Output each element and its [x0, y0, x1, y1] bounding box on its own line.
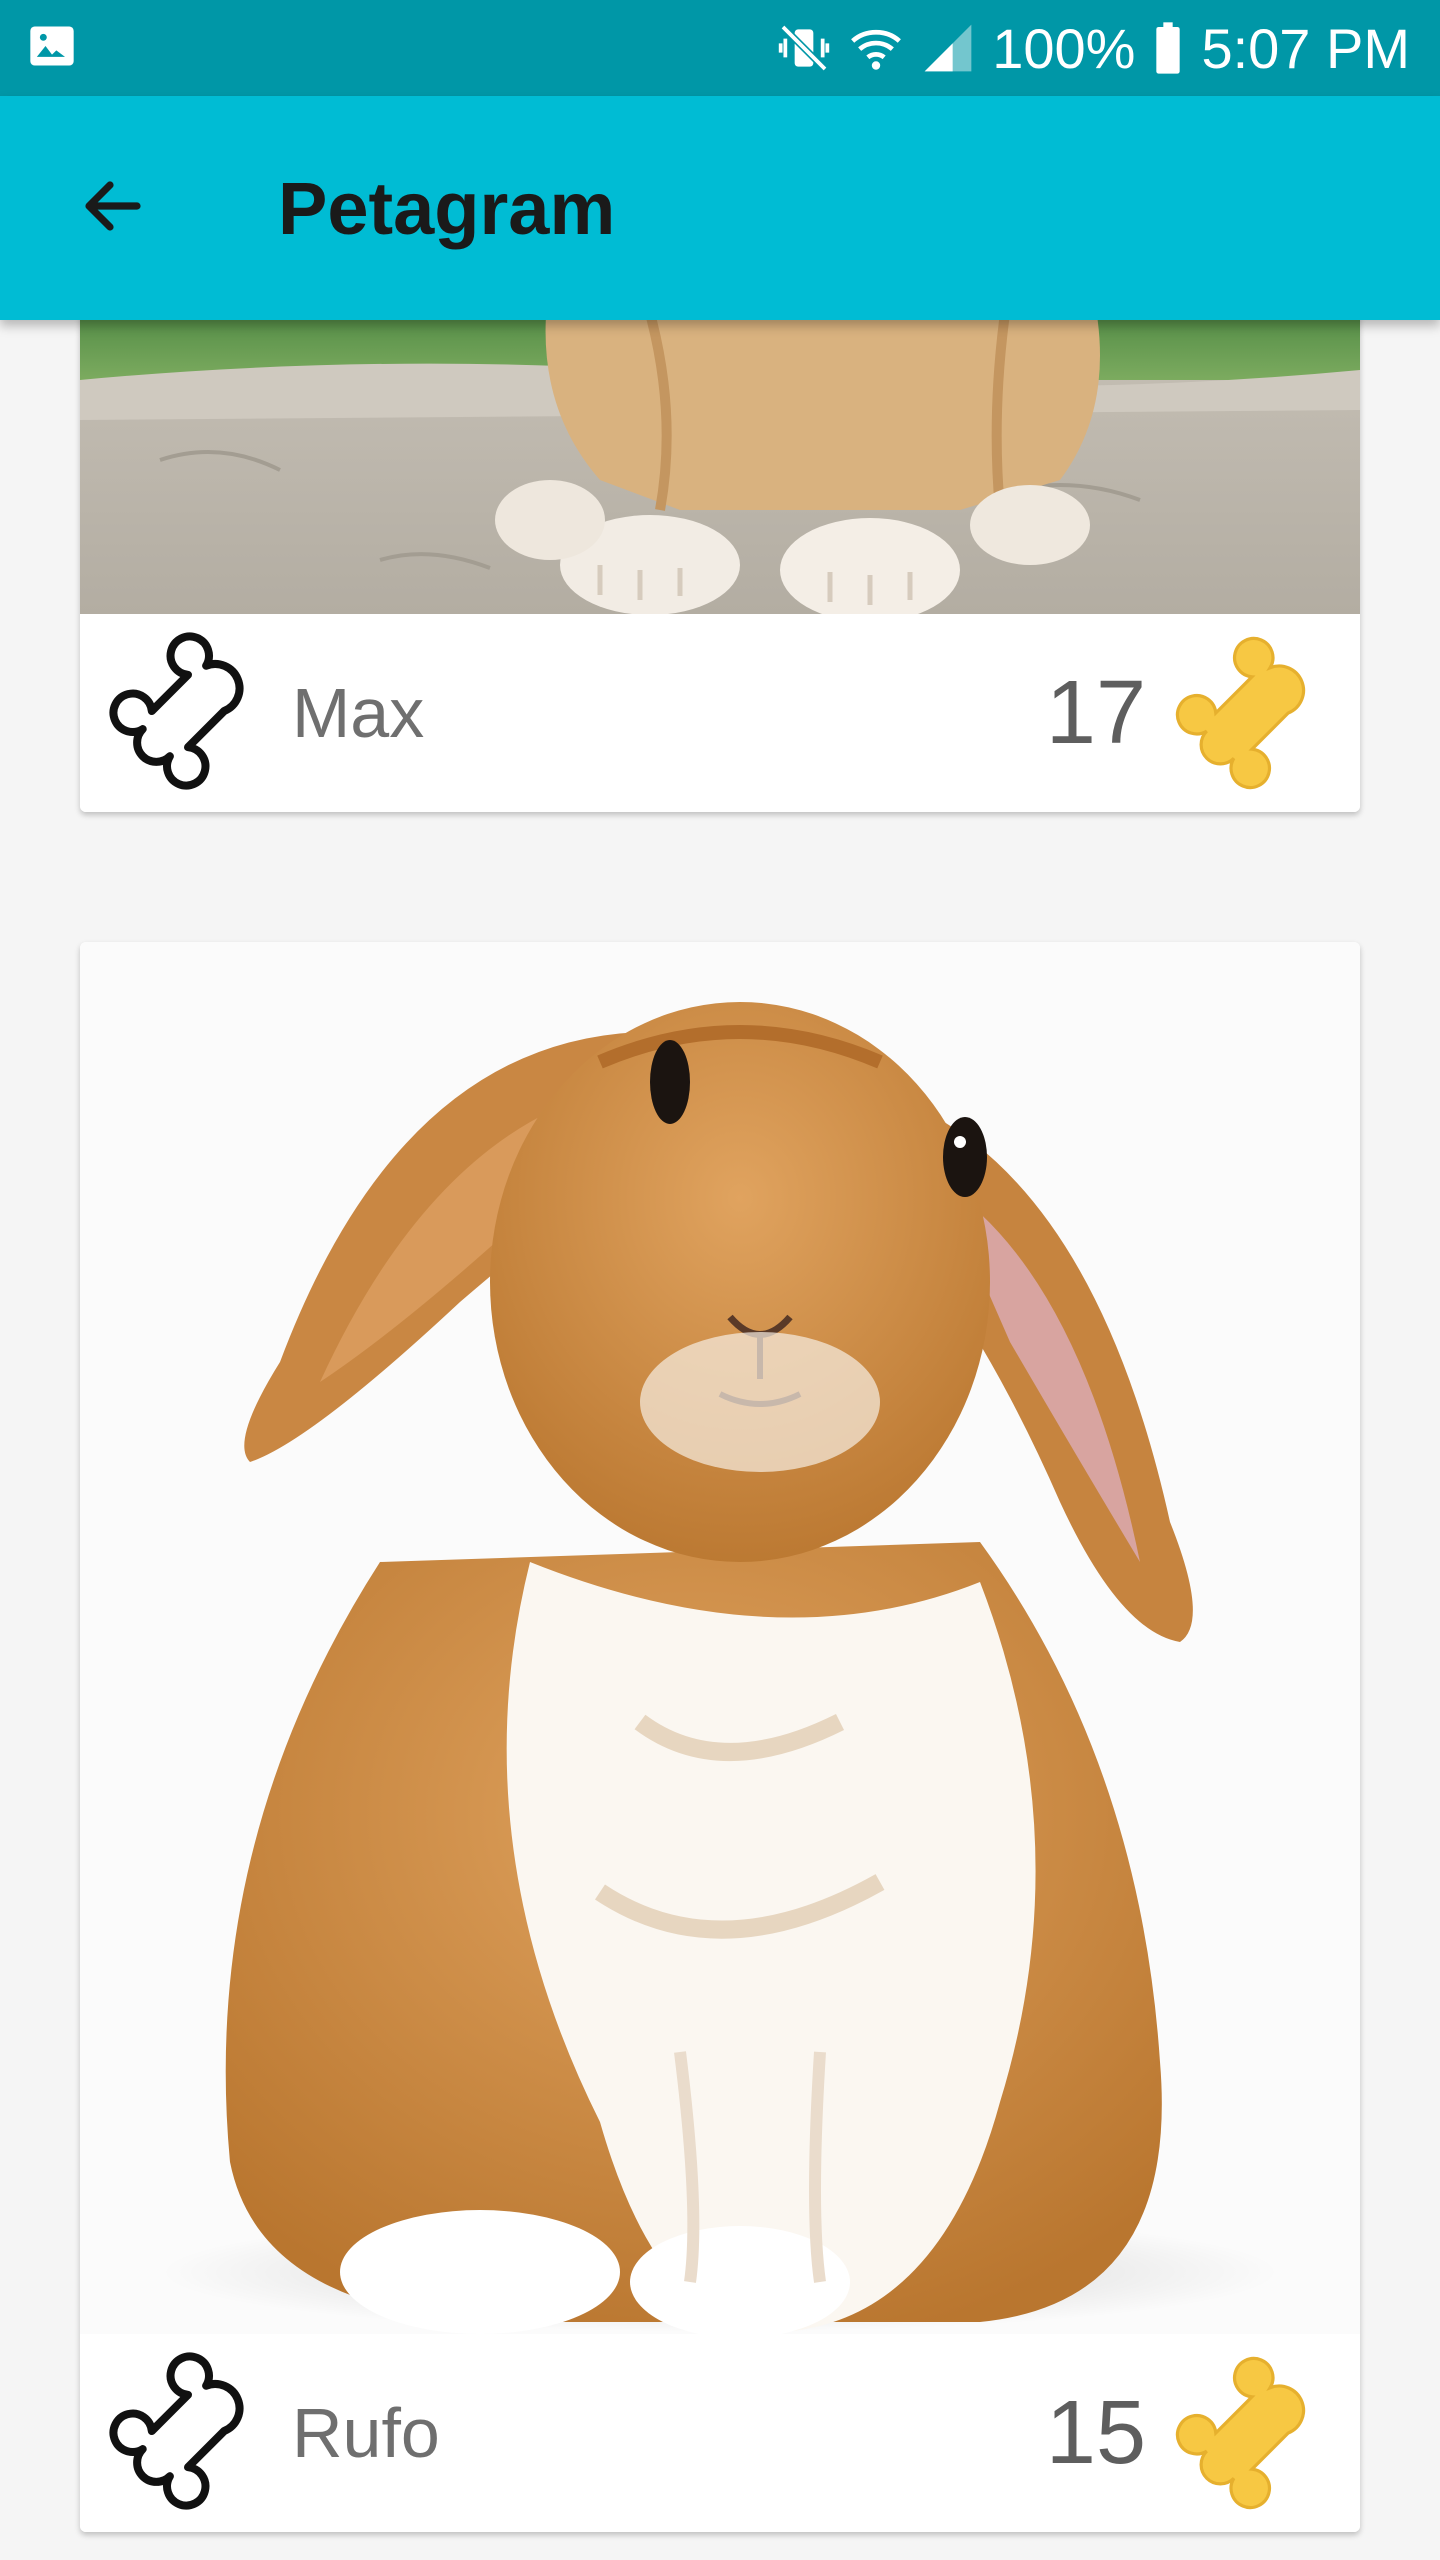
- pet-card: Rufo 15: [80, 942, 1360, 2532]
- wifi-icon: [848, 20, 904, 76]
- image-icon: [26, 20, 78, 77]
- pet-card-footer: Rufo 15: [80, 2334, 1360, 2532]
- status-bar: 100% 5:07 PM: [0, 0, 1440, 96]
- back-button[interactable]: [58, 153, 168, 263]
- pet-photo: [80, 320, 1360, 614]
- like-count: 15: [1045, 2382, 1146, 2483]
- like-button[interactable]: [106, 631, 270, 795]
- pet-card: Max 17: [80, 320, 1360, 812]
- bone-outline-icon: [108, 2351, 268, 2516]
- bone-gold-icon: [1170, 631, 1334, 795]
- pet-photo: [80, 942, 1360, 2334]
- clock: 5:07 PM: [1201, 16, 1410, 80]
- pet-name: Max: [292, 674, 425, 752]
- pet-list[interactable]: Max 17 Rufo 15: [0, 320, 1440, 2560]
- pet-name: Rufo: [292, 2394, 440, 2472]
- arrow-left-icon: [77, 170, 149, 247]
- bone-outline-icon: [108, 631, 268, 796]
- bone-gold-icon: [1170, 2351, 1334, 2515]
- mute-vibrate-icon: [776, 20, 832, 76]
- pet-card-footer: Max 17: [80, 614, 1360, 812]
- battery-percent: 100%: [992, 16, 1136, 80]
- like-button[interactable]: [106, 2351, 270, 2515]
- app-bar: Petagram: [0, 96, 1440, 320]
- like-count: 17: [1045, 662, 1146, 763]
- signal-icon: [920, 20, 976, 76]
- battery-icon: [1151, 20, 1185, 76]
- page-title: Petagram: [278, 166, 616, 250]
